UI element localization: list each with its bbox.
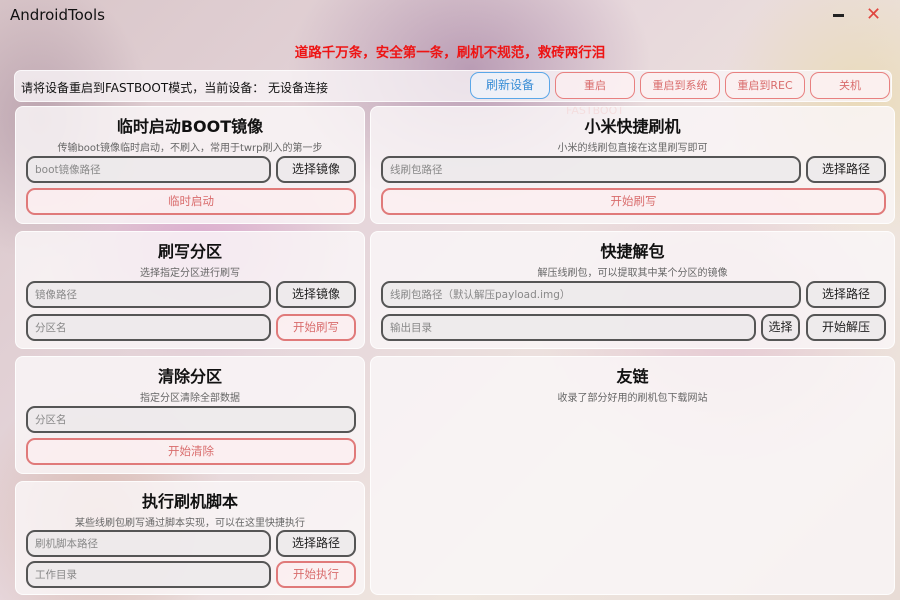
- card-subtitle: 选择指定分区进行刷写: [140, 268, 240, 279]
- minimize-icon: [833, 14, 844, 17]
- script-path-input[interactable]: [26, 530, 271, 557]
- app-title: AndroidTools: [10, 6, 105, 24]
- minimize-button[interactable]: [833, 5, 847, 17]
- erase-partition-card: 清除分区 指定分区清除全部数据 开始清除: [15, 356, 365, 474]
- xiaomi-flash-card: 小米快捷刷机 小米的线刷包直接在这里刷写即可 选择路径 开始刷写: [370, 106, 895, 224]
- flash-partition-input[interactable]: [26, 314, 271, 341]
- start-flash-button[interactable]: 开始刷写: [276, 314, 356, 341]
- choose-script-button[interactable]: 选择路径: [276, 530, 356, 557]
- close-icon: ✕: [866, 4, 882, 25]
- card-subtitle: 解压线刷包，可以提取其中某个分区的镜像: [537, 268, 728, 279]
- card-title: 友链: [616, 367, 649, 386]
- card-title: 执行刷机脚本: [141, 492, 238, 511]
- flash-script-card: 执行刷机脚本 某些线刷包刷写通过脚本实现，可以在这里快捷执行 选择路径 开始执行: [15, 481, 365, 595]
- choose-xiaomi-package-button[interactable]: 选择路径: [806, 156, 886, 183]
- refresh-device-button[interactable]: 刷新设备: [470, 72, 550, 99]
- boot-image-card: 临时启动BOOT镜像 传输boot镜像临时启动，不刷入，常用于twrp刷入的第一…: [15, 106, 365, 224]
- card-title: 快捷解包: [600, 242, 665, 261]
- friend-links-card: 友链 收录了部分好用的刷机包下载网站: [370, 356, 895, 595]
- close-button[interactable]: ✕: [866, 5, 881, 25]
- reboot-fastboot-button[interactable]: 重启FASTBOOT: [555, 72, 635, 117]
- title-bar: AndroidTools ✕: [0, 0, 900, 32]
- card-title: 小米快捷刷机: [584, 117, 681, 136]
- choose-output-button[interactable]: 选择: [761, 314, 800, 341]
- flash-image-path-input[interactable]: [26, 281, 271, 308]
- card-subtitle: 传输boot镜像临时启动，不刷入，常用于twrp刷入的第一步: [57, 143, 323, 154]
- card-title: 刷写分区: [157, 242, 222, 261]
- quick-unpack-card: 快捷解包 解压线刷包，可以提取其中某个分区的镜像 选择路径 选择 开始解压: [370, 231, 895, 349]
- device-status-bar: 请将设备重启到FASTBOOT模式，当前设备： 无设备连接 刷新设备 重启FAS…: [14, 70, 892, 117]
- start-erase-button[interactable]: 开始清除: [26, 438, 356, 465]
- xiaomi-package-path-input[interactable]: [381, 156, 801, 183]
- temp-boot-button[interactable]: 临时启动: [26, 188, 356, 215]
- choose-flash-image-button[interactable]: 选择镜像: [276, 281, 356, 308]
- start-xiaomi-flash-button[interactable]: 开始刷写: [381, 188, 886, 215]
- workdir-input[interactable]: [26, 561, 271, 588]
- reboot-system-button[interactable]: 重启到系统: [640, 72, 720, 99]
- card-title: 临时启动BOOT镜像: [116, 117, 264, 136]
- card-subtitle: 收录了部分好用的刷机包下载网站: [557, 393, 708, 404]
- boot-image-path-input[interactable]: [26, 156, 271, 183]
- unpack-package-path-input[interactable]: [381, 281, 801, 308]
- choose-unpack-package-button[interactable]: 选择路径: [806, 281, 886, 308]
- card-subtitle: 某些线刷包刷写通过脚本实现，可以在这里快捷执行: [75, 518, 305, 529]
- start-script-button[interactable]: 开始执行: [276, 561, 356, 588]
- flash-partition-card: 刷写分区 选择指定分区进行刷写 选择镜像 开始刷写: [15, 231, 365, 349]
- card-title: 清除分区: [157, 367, 222, 386]
- warning-slogan: 道路千万条，安全第一条，刷机不规范，救砖两行泪: [294, 45, 606, 61]
- reboot-rec-button[interactable]: 重启到REC: [725, 72, 805, 99]
- choose-boot-image-button[interactable]: 选择镜像: [276, 156, 356, 183]
- power-off-button[interactable]: 关机: [810, 72, 890, 99]
- output-dir-input[interactable]: [381, 314, 756, 341]
- device-status-text: 请将设备重启到FASTBOOT模式，当前设备： 无设备连接: [21, 81, 329, 95]
- card-subtitle: 指定分区清除全部数据: [140, 393, 240, 404]
- start-unpack-button[interactable]: 开始解压: [806, 314, 886, 341]
- erase-partition-input[interactable]: [26, 406, 356, 433]
- card-subtitle: 小米的线刷包直接在这里刷写即可: [557, 143, 708, 154]
